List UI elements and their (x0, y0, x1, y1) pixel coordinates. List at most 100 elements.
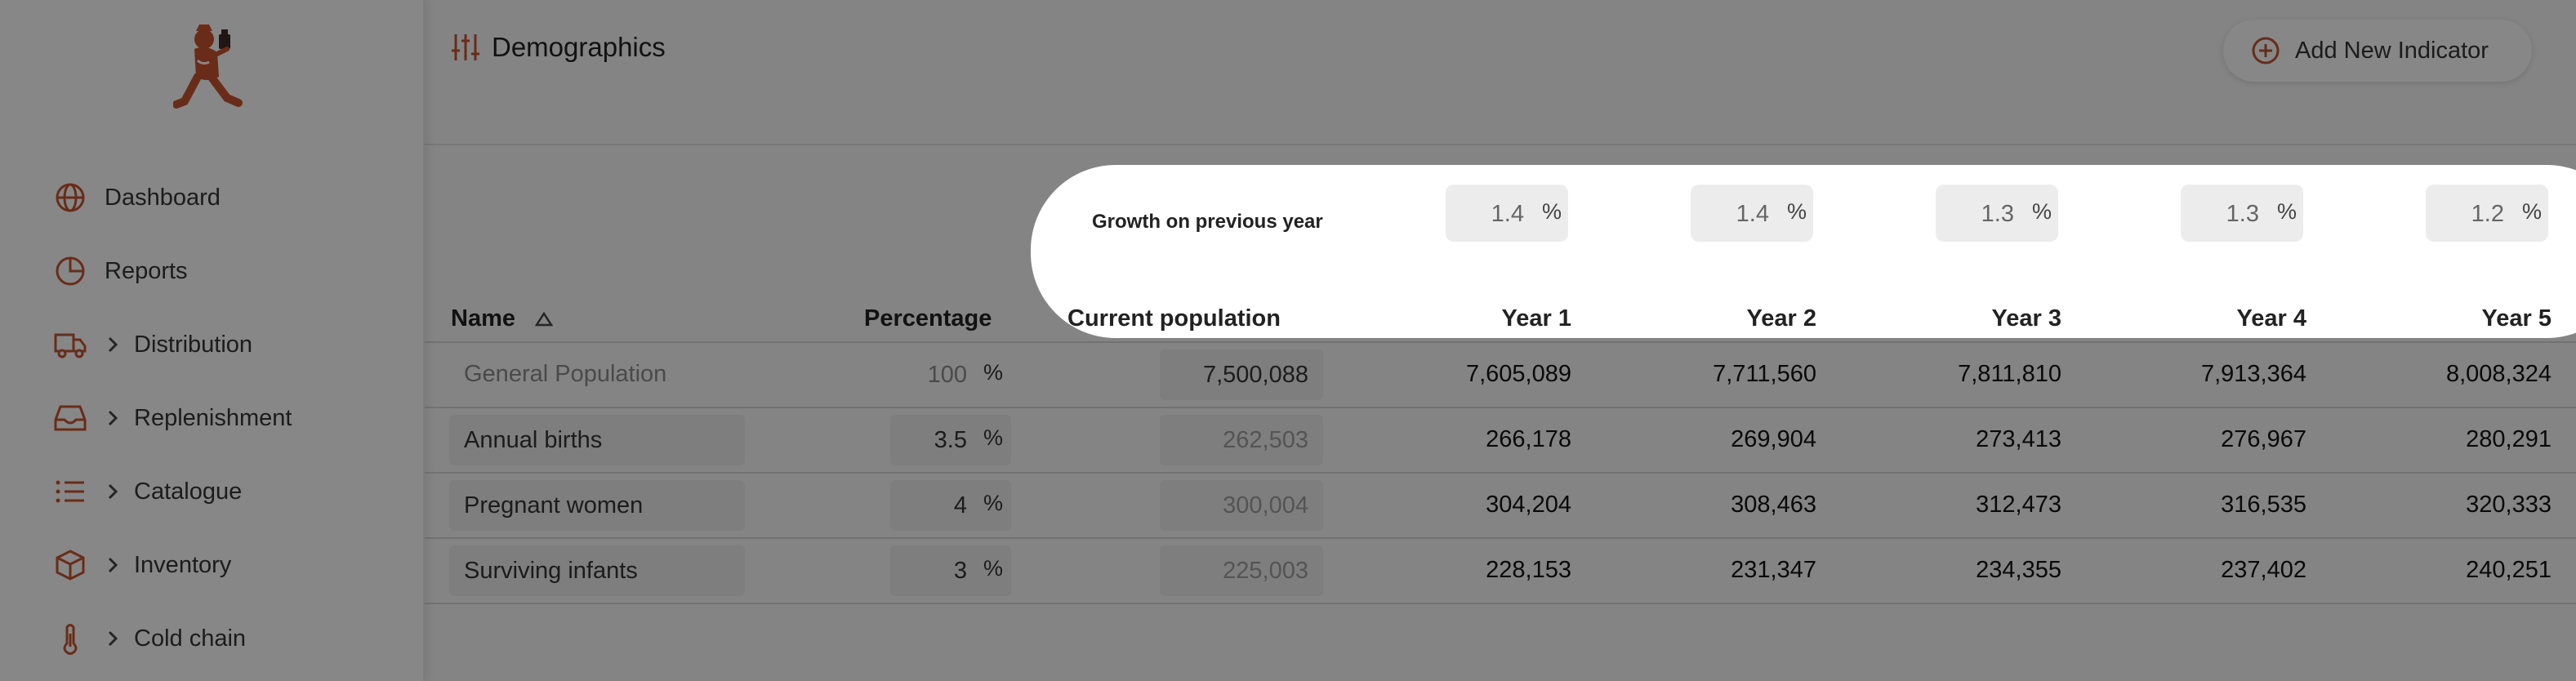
sidebar: Dashboard Reports Distribution Replenish… (0, 0, 425, 681)
sidebar-item-label: Cold chain (134, 625, 247, 652)
column-header-year3[interactable]: Year 3 (1882, 305, 2061, 332)
percentage-input[interactable]: 4 % (890, 480, 1011, 531)
page-title: Demographics (492, 32, 666, 62)
column-header-current-population[interactable]: Current population (1067, 305, 1281, 332)
percent-sign: % (2276, 199, 2297, 224)
truck-icon (54, 328, 87, 361)
current-population-field: 262,503 (1160, 415, 1323, 465)
column-header-percentage[interactable]: Percentage (864, 305, 992, 332)
sidebar-item-label: Inventory (134, 551, 232, 578)
year3-value: 234,355 (1976, 557, 2061, 583)
row-name: Surviving infants (464, 558, 638, 584)
sidebar-item-reports[interactable]: Reports (54, 247, 188, 296)
year4-value: 276,967 (2221, 426, 2306, 452)
list-icon (54, 475, 87, 508)
row-divider (425, 603, 2576, 604)
growth-value: 1.3 (2226, 201, 2259, 227)
app-window: Dashboard Reports Distribution Replenish… (0, 0, 2576, 681)
percent-sign: % (2521, 199, 2542, 224)
percentage-value: 3 (953, 558, 967, 584)
current-population-value: 225,003 (1223, 558, 1308, 584)
current-population-field: 300,004 (1160, 480, 1323, 531)
chevron-right-icon[interactable] (105, 557, 121, 573)
year5-value: 320,333 (2466, 492, 2551, 518)
percent-sign: % (2031, 199, 2052, 224)
sidebar-item-label: Catalogue (134, 478, 243, 505)
sidebar-item-label: Distribution (134, 331, 253, 358)
growth-input-year4[interactable]: 1.3 % (2181, 185, 2303, 242)
sort-ascending-icon[interactable] (534, 306, 554, 333)
percent-sign: % (1541, 199, 1562, 224)
percent-sign: % (983, 556, 1003, 581)
sidebar-item-catalogue[interactable]: Catalogue (54, 467, 242, 516)
year4-value: 237,402 (2221, 557, 2306, 583)
sidebar-item-cold-chain[interactable]: Cold chain (54, 614, 246, 663)
percentage-value: 3.5 (934, 427, 967, 453)
sidebar-item-inventory[interactable]: Inventory (54, 541, 231, 590)
column-header-year5[interactable]: Year 5 (2372, 305, 2551, 332)
add-new-indicator-button[interactable]: Add New Indicator (2223, 20, 2532, 82)
growth-value: 1.4 (1491, 201, 1524, 227)
growth-input-year1[interactable]: 1.4 % (1446, 185, 1568, 242)
current-population-field: 225,003 (1160, 545, 1323, 596)
percent-sign: % (1786, 199, 1807, 224)
growth-input-year2[interactable]: 1.4 % (1691, 185, 1813, 242)
year1-value: 7,605,089 (1465, 361, 1571, 387)
year4-value: 7,913,364 (2200, 361, 2306, 387)
row-name-input[interactable]: Pregnant women (449, 480, 745, 531)
row-name-input[interactable]: Annual births (449, 415, 745, 465)
growth-value: 1.4 (1736, 201, 1769, 227)
year2-value: 269,904 (1731, 426, 1816, 452)
plus-circle-icon (2249, 34, 2282, 67)
chevron-right-icon[interactable] (105, 483, 121, 500)
inbox-tray-icon (54, 402, 87, 434)
growth-input-year5[interactable]: 1.2 % (2426, 185, 2548, 242)
percentage-value: 4 (953, 492, 967, 519)
column-header-year2[interactable]: Year 2 (1637, 305, 1816, 332)
year3-value: 273,413 (1976, 426, 2061, 452)
sidebar-item-distribution[interactable]: Distribution (54, 320, 252, 369)
chevron-right-icon[interactable] (105, 630, 121, 647)
year3-value: 7,811,810 (1958, 361, 2061, 387)
chevron-right-icon[interactable] (105, 410, 121, 426)
percentage-value: 100 (927, 362, 967, 388)
page-title-group: Demographics (449, 31, 666, 64)
sidebar-item-label: Replenishment (134, 404, 292, 431)
sidebar-item-dashboard[interactable]: Dashboard (54, 173, 221, 222)
column-header-year4[interactable]: Year 4 (2127, 305, 2306, 332)
year2-value: 231,347 (1731, 557, 1816, 583)
add-button-label: Add New Indicator (2295, 37, 2489, 64)
sidebar-item-label: Dashboard (105, 184, 221, 211)
percentage-input[interactable]: 3.5 % (890, 415, 1011, 465)
growth-value: 1.2 (2471, 201, 2504, 227)
growth-label: Growth on previous year (1092, 211, 1323, 233)
chevron-right-icon[interactable] (105, 336, 121, 353)
year5-value: 8,008,324 (2445, 361, 2551, 387)
percent-sign: % (983, 360, 1003, 385)
year5-value: 280,291 (2466, 426, 2551, 452)
column-header-name[interactable]: Name (451, 305, 554, 333)
percent-sign: % (983, 425, 1003, 450)
sidebar-item-label: Reports (105, 257, 188, 284)
percentage-input[interactable]: 3 % (890, 545, 1011, 596)
year3-value: 312,473 (1976, 492, 2061, 518)
column-header-label: Name (451, 305, 515, 332)
percent-sign: % (983, 491, 1003, 515)
column-header-year1[interactable]: Year 1 (1392, 305, 1571, 332)
row-divider (425, 472, 2576, 474)
row-divider (425, 407, 2576, 408)
page-header: Demographics Add New Indicator (425, 0, 2576, 145)
year5-value: 240,251 (2466, 557, 2551, 583)
row-divider (425, 537, 2576, 539)
row-name-input[interactable]: Surviving infants (449, 545, 745, 596)
pie-chart-icon (54, 255, 87, 287)
year1-value: 228,153 (1486, 557, 1571, 583)
current-population-value: 7,500,088 (1202, 362, 1308, 388)
current-population-field: 7,500,088 (1160, 349, 1323, 400)
sidebar-item-replenishment[interactable]: Replenishment (54, 394, 292, 443)
growth-input-year3[interactable]: 1.3 % (1936, 185, 2058, 242)
table-header-divider (425, 341, 2576, 343)
globe-icon (54, 181, 87, 214)
year2-value: 7,711,560 (1713, 361, 1816, 387)
year1-value: 304,204 (1486, 492, 1571, 518)
